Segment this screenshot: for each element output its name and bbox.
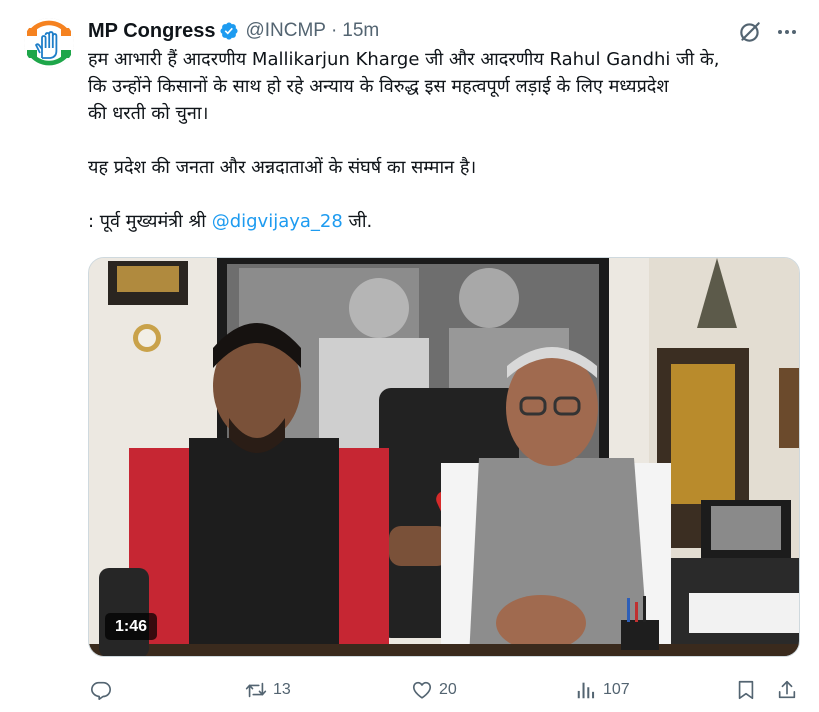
bookmark-icon: [738, 680, 754, 700]
quote-prefix: : पूर्व मुख्यमंत्री श्री: [88, 211, 212, 232]
video-duration-badge: 1:46: [105, 613, 158, 640]
heart-icon: [412, 681, 432, 699]
view-count: 107: [603, 681, 630, 698]
like-button[interactable]: 20: [411, 676, 457, 704]
reply-button[interactable]: [90, 676, 112, 704]
repost-icon: [245, 682, 267, 698]
tweet-quote-line: : पूर्व मुख्यमंत्री श्री @digvijaya_28 ज…: [88, 208, 808, 235]
reply-icon: [91, 681, 111, 700]
video-player[interactable]: [88, 257, 800, 657]
views-icon: [577, 682, 595, 699]
tweet-header: MP Congress @INCMP · 15m: [88, 18, 379, 44]
avatar[interactable]: [24, 18, 74, 68]
video-thumbnail: [89, 258, 799, 656]
tweet-text-line: कि उन्होंने किसानों के साथ हो रहे अन्याय…: [88, 76, 669, 97]
author-name[interactable]: MP Congress: [88, 20, 215, 43]
like-count: 20: [439, 681, 457, 698]
quote-suffix: जी.: [342, 211, 373, 232]
share-icon: [778, 680, 796, 699]
share-button[interactable]: [776, 676, 798, 704]
grok-icon[interactable]: [737, 19, 763, 45]
tweet-text-line: की धरती को चुना।: [88, 103, 209, 124]
action-bar: 13 20 107: [88, 676, 800, 704]
congress-logo-icon: [24, 18, 74, 68]
tweet: MP Congress @INCMP · 15m हम आभारी हैं आद…: [0, 0, 819, 712]
mention-link[interactable]: @digvijaya_28: [212, 211, 343, 232]
tweet-text-line: यह प्रदेश की जनता और अन्नदाताओं के संघर्…: [88, 157, 477, 178]
repost-button[interactable]: 13: [245, 676, 291, 704]
timestamp[interactable]: 15m: [342, 20, 379, 42]
views-button[interactable]: 107: [575, 676, 630, 704]
bookmark-button[interactable]: [735, 676, 757, 704]
header-separator: ·: [330, 20, 338, 41]
author-handle[interactable]: @INCMP: [245, 20, 326, 42]
repost-count: 13: [273, 681, 291, 698]
tweet-text-line: हम आभारी हैं आदरणीय Mallikarjun Kharge ज…: [88, 49, 720, 70]
more-icon[interactable]: [774, 20, 800, 44]
verified-badge-icon: [220, 22, 238, 40]
